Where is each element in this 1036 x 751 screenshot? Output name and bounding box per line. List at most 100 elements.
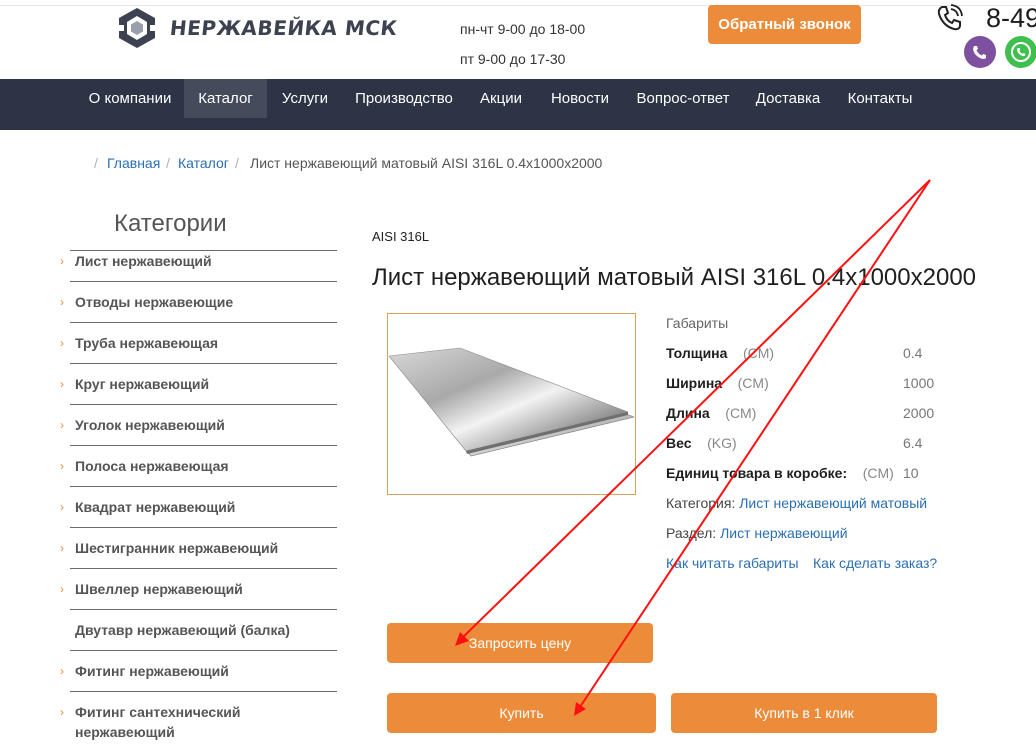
spec-row-length: Длина (CM) bbox=[666, 405, 756, 421]
buy-button[interactable]: Купить bbox=[387, 693, 656, 733]
category-divider bbox=[70, 322, 337, 323]
hexagon-logo-icon bbox=[116, 8, 158, 48]
spec-unit: (CM) bbox=[725, 405, 757, 421]
category-label: Круг нержавеющий bbox=[75, 376, 210, 392]
category-divider bbox=[70, 650, 337, 651]
chevron-right-icon: › bbox=[60, 336, 64, 350]
nav-item-services[interactable]: Услуги bbox=[271, 79, 339, 118]
category-item-hexagon[interactable]: › Шестигранник нержавеющий bbox=[60, 538, 338, 558]
chevron-right-icon: › bbox=[60, 377, 64, 391]
spec-label: Ширина bbox=[666, 375, 723, 391]
chevron-right-icon: › bbox=[60, 664, 64, 678]
category-divider bbox=[70, 527, 337, 528]
nav-item-news[interactable]: Новости bbox=[540, 79, 620, 118]
chevron-right-icon: › bbox=[60, 582, 64, 596]
product-section: Раздел: Лист нержавеющий bbox=[666, 525, 848, 541]
request-price-button[interactable]: Запросить цену bbox=[387, 623, 653, 663]
chevron-right-icon: › bbox=[60, 295, 64, 309]
breadcrumb-separator: / bbox=[235, 155, 239, 171]
how-to-read-dimensions-link[interactable]: Как читать габариты bbox=[666, 555, 799, 571]
breadcrumb-home-link[interactable]: Главная bbox=[107, 155, 160, 171]
category-label: Полоса нержавеющая bbox=[75, 458, 229, 474]
category-label: Швеллер нержавеющий bbox=[75, 581, 243, 597]
category-item-angle[interactable]: › Уголок нержавеющий bbox=[60, 415, 338, 435]
category-divider bbox=[70, 445, 337, 446]
working-hours-weekdays: пн-чт 9-00 до 18-00 bbox=[460, 21, 586, 37]
spec-value-units-per-box: 10 bbox=[903, 465, 919, 481]
working-hours-friday: пт 9-00 до 17-30 bbox=[460, 51, 566, 67]
spec-unit: (CM) bbox=[737, 375, 769, 391]
buy-one-click-button[interactable]: Купить в 1 клик bbox=[671, 693, 937, 733]
nav-item-production[interactable]: Производство bbox=[345, 79, 463, 118]
spec-unit: (CM) bbox=[743, 345, 775, 361]
category-item-plumbing-fitting[interactable]: › Фитинг сантехнический нержавеющий bbox=[60, 702, 338, 742]
categories-title: Категории bbox=[114, 210, 227, 237]
category-label: Категория: bbox=[666, 495, 736, 511]
spec-unit: (CM) bbox=[862, 465, 894, 481]
spec-row-width: Ширина (CM) bbox=[666, 375, 769, 391]
category-label: Квадрат нержавеющий bbox=[75, 499, 236, 515]
spec-value-thickness: 0.4 bbox=[903, 345, 923, 361]
nav-item-about[interactable]: О компании bbox=[78, 79, 182, 118]
category-link[interactable]: Лист нержавеющий матовый bbox=[739, 495, 927, 511]
category-divider bbox=[70, 281, 337, 282]
category-item-sheet[interactable]: › Лист нержавеющий bbox=[60, 251, 338, 271]
spec-row-units-per-box: Единиц товара в коробке: (CM) bbox=[666, 465, 894, 481]
spec-row-weight: Вес (KG) bbox=[666, 435, 737, 451]
section-link[interactable]: Лист нержавеющий bbox=[720, 525, 848, 541]
steel-sheet-image bbox=[388, 347, 635, 457]
chevron-right-icon: › bbox=[60, 459, 64, 473]
category-item-elbows[interactable]: › Отводы нержавеющие bbox=[60, 292, 338, 312]
category-label: Двутавр нержавеющий (балка) bbox=[75, 622, 290, 638]
spec-label: Единиц товара в коробке: bbox=[666, 465, 848, 481]
category-label: Уголок нержавеющий bbox=[75, 417, 225, 433]
nav-item-promotions[interactable]: Акции bbox=[469, 79, 533, 118]
category-label: Лист нержавеющий bbox=[75, 253, 212, 269]
phone-icon bbox=[937, 4, 963, 31]
phone-number[interactable]: 8-49 bbox=[986, 3, 1036, 34]
spec-value-length: 2000 bbox=[903, 405, 935, 421]
breadcrumb-separator: / bbox=[166, 155, 170, 171]
site-logo[interactable]: НЕРЖАВЕЙКА МСК bbox=[116, 6, 399, 50]
spec-label: Толщина bbox=[666, 345, 728, 361]
whatsapp-icon[interactable] bbox=[1005, 36, 1036, 68]
spec-value-width: 1000 bbox=[903, 375, 935, 391]
category-label: Фитинг нержавеющий bbox=[75, 663, 229, 679]
chevron-right-icon: › bbox=[60, 418, 64, 432]
category-label: Шестигранник нержавеющий bbox=[75, 540, 279, 556]
category-item-i-beam[interactable]: Двутавр нержавеющий (балка) bbox=[60, 620, 338, 640]
category-divider bbox=[70, 691, 337, 692]
category-divider bbox=[70, 568, 337, 569]
product-image[interactable] bbox=[387, 313, 636, 495]
category-item-pipe[interactable]: › Труба нержавеющая bbox=[60, 333, 338, 353]
spec-row-thickness: Толщина (CM) bbox=[666, 345, 774, 361]
category-divider bbox=[70, 486, 337, 487]
viber-icon[interactable] bbox=[964, 36, 996, 68]
category-item-square[interactable]: › Квадрат нержавеющий bbox=[60, 497, 338, 517]
nav-item-faq[interactable]: Вопрос-ответ bbox=[628, 79, 738, 118]
category-divider bbox=[70, 363, 337, 364]
how-to-order-link[interactable]: Как сделать заказ? bbox=[813, 555, 937, 571]
nav-item-catalog[interactable]: Каталог bbox=[184, 79, 267, 118]
nav-item-contacts[interactable]: Контакты bbox=[838, 79, 922, 118]
chevron-right-icon: › bbox=[60, 705, 64, 719]
category-item-fitting[interactable]: › Фитинг нержавеющий bbox=[60, 661, 338, 681]
category-item-strip[interactable]: › Полоса нержавеющая bbox=[60, 456, 338, 476]
site-header: НЕРЖАВЕЙКА МСК пн-чт 9-00 до 18-00 пт 9-… bbox=[0, 0, 1036, 79]
category-divider bbox=[70, 609, 337, 610]
breadcrumb-current: Лист нержавеющий матовый AISI 316L 0.4x1… bbox=[250, 155, 603, 171]
spec-value-weight: 6.4 bbox=[903, 435, 923, 451]
nav-item-delivery[interactable]: Доставка bbox=[746, 79, 830, 118]
main-navigation: О компании Каталог Услуги Производство А… bbox=[0, 79, 1036, 130]
spec-label: Длина bbox=[666, 405, 710, 421]
callback-button[interactable]: Обратный звонок bbox=[708, 5, 861, 44]
breadcrumb-catalog-link[interactable]: Каталог bbox=[178, 155, 229, 171]
category-item-round-bar[interactable]: › Круг нержавеющий bbox=[60, 374, 338, 394]
category-item-channel[interactable]: › Швеллер нержавеющий bbox=[60, 579, 338, 599]
chevron-right-icon: › bbox=[60, 541, 64, 555]
logo-text: НЕРЖАВЕЙКА МСК bbox=[168, 16, 399, 40]
category-label: Труба нержавеющая bbox=[75, 335, 219, 351]
product-category: Категория: Лист нержавеющий матовый bbox=[666, 495, 927, 511]
chevron-right-icon: › bbox=[60, 254, 64, 268]
product-brand: AISI 316L bbox=[372, 229, 430, 244]
